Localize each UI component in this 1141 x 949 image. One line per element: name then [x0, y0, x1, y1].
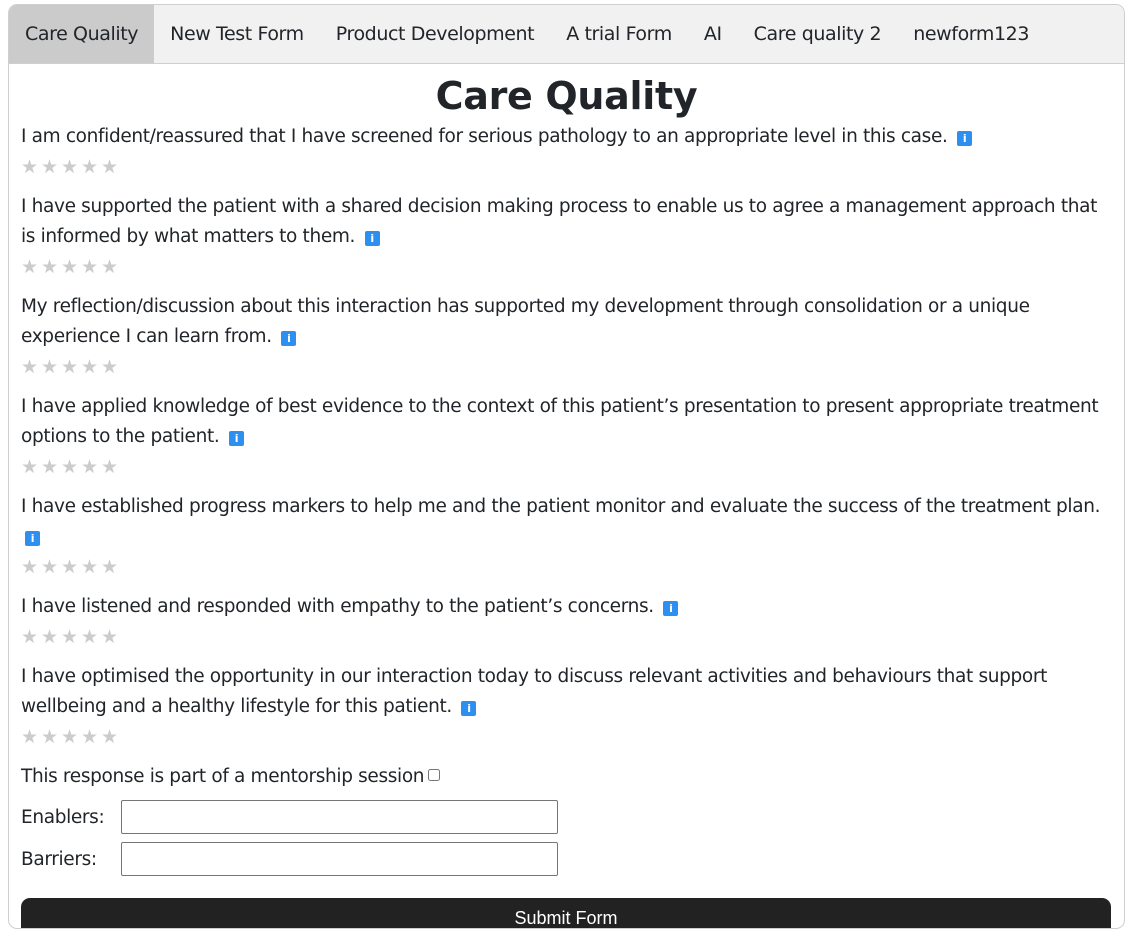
tab-ai[interactable]: AI — [688, 5, 738, 63]
star-icon[interactable]: ★ — [81, 457, 101, 477]
star-icon[interactable]: ★ — [21, 627, 41, 647]
star-icon[interactable]: ★ — [101, 457, 121, 477]
mentorship-label: This response is part of a mentorship se… — [21, 766, 425, 787]
star-icon[interactable]: ★ — [41, 557, 61, 577]
star-icon[interactable]: ★ — [81, 727, 101, 747]
enablers-row: Enablers: — [21, 800, 1112, 834]
star-icon[interactable]: ★ — [81, 557, 101, 577]
star-icon[interactable]: ★ — [81, 257, 101, 277]
question-item: I have listened and responded with empat… — [21, 592, 1112, 652]
star-icon[interactable]: ★ — [41, 627, 61, 647]
star-icon[interactable]: ★ — [101, 727, 121, 747]
star-icon[interactable]: ★ — [41, 257, 61, 277]
star-rating: ★ ★ ★ ★ ★ — [21, 452, 1112, 482]
star-icon[interactable]: ★ — [61, 627, 81, 647]
question-text-row: I have listened and responded with empat… — [21, 592, 1112, 622]
question-item: I have applied knowledge of best evidenc… — [21, 392, 1112, 482]
question-text: My reflection/discussion about this inte… — [21, 296, 1030, 347]
star-rating: ★ ★ ★ ★ ★ — [21, 622, 1112, 652]
question-text-row: I have optimised the opportunity in our … — [21, 662, 1112, 722]
star-icon[interactable]: ★ — [81, 157, 101, 177]
barriers-row: Barriers: — [21, 842, 1112, 876]
star-icon[interactable]: ★ — [21, 727, 41, 747]
info-icon[interactable]: i — [281, 331, 297, 346]
tab-care-quality[interactable]: Care Quality — [9, 5, 155, 63]
question-text: I am confident/reassured that I have scr… — [21, 126, 948, 147]
barriers-label: Barriers: — [21, 848, 97, 870]
question-text: I have supported the patient with a shar… — [21, 196, 1097, 247]
star-rating: ★ ★ ★ ★ ★ — [21, 252, 1112, 282]
tab-a-trial-form[interactable]: A trial Form — [550, 5, 688, 63]
submit-form-button[interactable]: Submit Form — [21, 898, 1111, 928]
info-icon[interactable]: i — [25, 531, 40, 546]
barriers-input[interactable] — [121, 842, 558, 876]
tab-care-quality-2[interactable]: Care quality 2 — [738, 5, 898, 63]
question-item: I have optimised the opportunity in our … — [21, 662, 1112, 752]
star-icon[interactable]: ★ — [61, 457, 81, 477]
question-text: I have listened and responded with empat… — [21, 596, 654, 617]
info-icon[interactable]: i — [957, 131, 973, 146]
info-icon[interactable]: i — [364, 231, 380, 246]
star-icon[interactable]: ★ — [101, 557, 121, 577]
mentorship-checkbox[interactable] — [428, 769, 441, 781]
star-rating: ★ ★ ★ ★ ★ — [21, 152, 1112, 182]
question-text-row: I am confident/reassured that I have scr… — [21, 122, 1112, 152]
question-item: I am confident/reassured that I have scr… — [21, 122, 1112, 182]
star-icon[interactable]: ★ — [21, 257, 41, 277]
star-icon[interactable]: ★ — [41, 457, 61, 477]
tab-newform123[interactable]: newform123 — [897, 5, 1045, 63]
form-title: Care Quality — [435, 74, 698, 118]
star-icon[interactable]: ★ — [41, 157, 61, 177]
question-text-row: I have applied knowledge of best evidenc… — [21, 392, 1112, 452]
mentorship-row: This response is part of a mentorship se… — [21, 762, 1112, 792]
question-text: I have applied knowledge of best evidenc… — [21, 396, 1099, 447]
form-card: Care Quality New Test Form Product Devel… — [8, 4, 1125, 929]
info-icon[interactable]: i — [228, 431, 244, 446]
question-item: I have supported the patient with a shar… — [21, 192, 1112, 282]
star-icon[interactable]: ★ — [21, 557, 41, 577]
form-content: Care Quality I am confident/reassured th… — [9, 72, 1124, 928]
tab-product-development[interactable]: Product Development — [320, 5, 551, 63]
star-icon[interactable]: ★ — [61, 357, 81, 377]
question-item: I have established progress markers to h… — [21, 492, 1112, 582]
star-icon[interactable]: ★ — [41, 357, 61, 377]
star-icon[interactable]: ★ — [61, 257, 81, 277]
question-list: I am confident/reassured that I have scr… — [21, 122, 1112, 752]
question-item: My reflection/discussion about this inte… — [21, 292, 1112, 382]
star-icon[interactable]: ★ — [61, 727, 81, 747]
star-rating: ★ ★ ★ ★ ★ — [21, 352, 1112, 382]
star-icon[interactable]: ★ — [21, 357, 41, 377]
star-icon[interactable]: ★ — [61, 557, 81, 577]
info-icon[interactable]: i — [663, 601, 679, 616]
info-icon[interactable]: i — [461, 701, 477, 716]
form-tabs: Care Quality New Test Form Product Devel… — [9, 5, 1124, 64]
star-rating: ★ ★ ★ ★ ★ — [21, 552, 1112, 582]
star-rating: ★ ★ ★ ★ ★ — [21, 722, 1112, 752]
enablers-input[interactable] — [121, 800, 558, 834]
star-icon[interactable]: ★ — [21, 457, 41, 477]
star-icon[interactable]: ★ — [101, 257, 121, 277]
star-icon[interactable]: ★ — [61, 157, 81, 177]
star-icon[interactable]: ★ — [101, 157, 121, 177]
star-icon[interactable]: ★ — [21, 157, 41, 177]
question-text-row: My reflection/discussion about this inte… — [21, 292, 1112, 352]
star-icon[interactable]: ★ — [81, 627, 101, 647]
star-icon[interactable]: ★ — [101, 627, 121, 647]
question-text-row: I have established progress markers to h… — [21, 492, 1112, 552]
question-text: I have established progress markers to h… — [21, 496, 1101, 517]
question-text: I have optimised the opportunity in our … — [21, 666, 1048, 717]
enablers-label: Enablers: — [21, 806, 105, 828]
tab-new-test-form[interactable]: New Test Form — [154, 5, 320, 63]
star-icon[interactable]: ★ — [41, 727, 61, 747]
question-text-row: I have supported the patient with a shar… — [21, 192, 1112, 252]
star-icon[interactable]: ★ — [101, 357, 121, 377]
star-icon[interactable]: ★ — [81, 357, 101, 377]
